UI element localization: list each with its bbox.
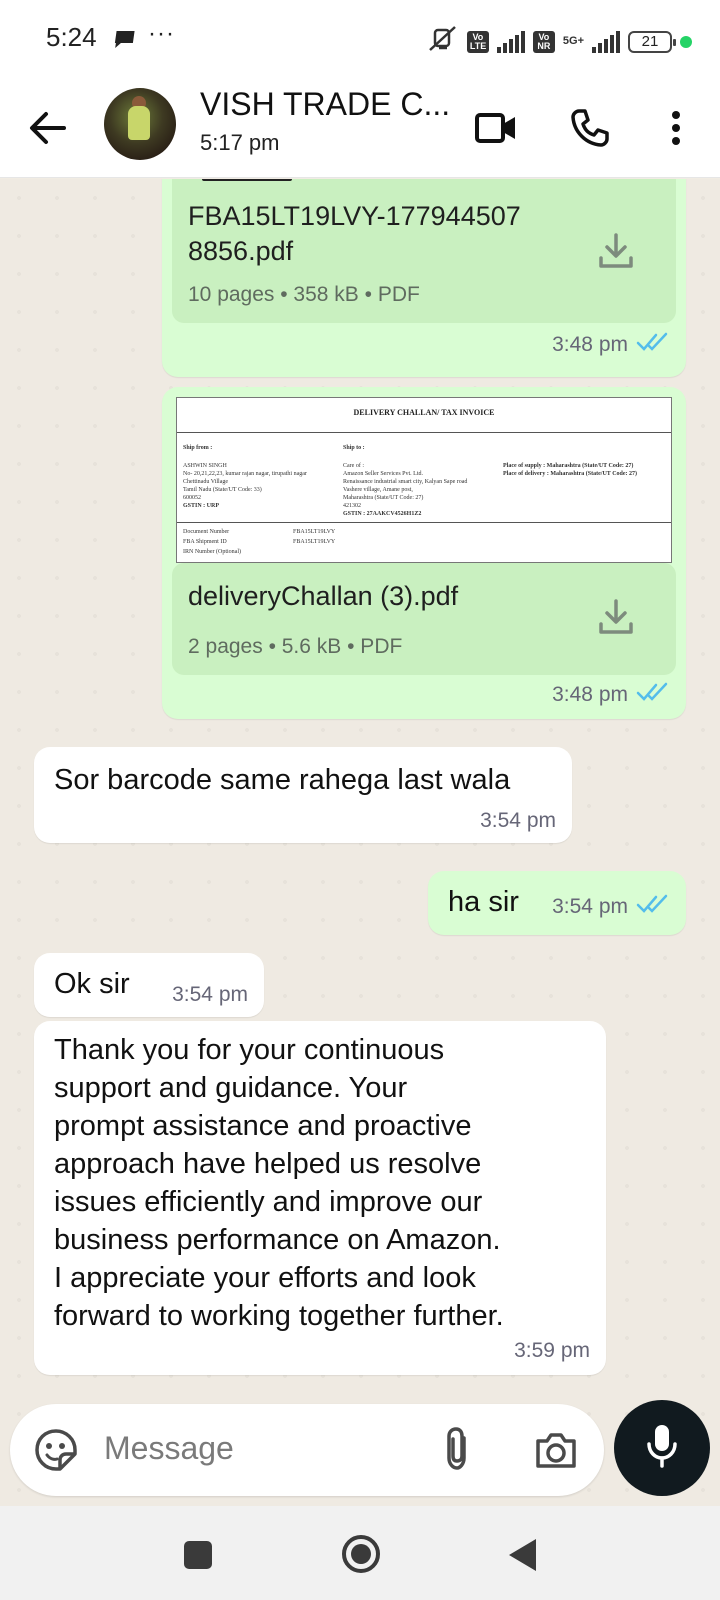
preview-text: Place of delivery : Maharashtra (State/U… (503, 471, 638, 477)
preview-text: Renaissance industrial smart city, Kalya… (343, 479, 468, 485)
download-icon[interactable] (596, 597, 636, 642)
message-incoming-2[interactable]: Ok sir 3:54 pm (34, 953, 264, 1017)
message-line: Thank you for your continuous (54, 1034, 445, 1066)
sticker-icon[interactable] (34, 1428, 78, 1477)
message-document-2[interactable]: DELIVERY CHALLAN/ TAX INVOICE Ship from … (162, 387, 686, 719)
back-triangle-icon[interactable] (506, 1536, 540, 1579)
message-time: 3:48 pm (552, 332, 628, 356)
camera-icon[interactable] (534, 1430, 578, 1475)
volte-badge: Vo LTE (466, 30, 489, 53)
avatar[interactable] (104, 88, 176, 160)
message-line: approach have helped us resolve (54, 1148, 482, 1180)
download-icon[interactable] (596, 231, 636, 276)
message-line: issues efficiently and improve our (54, 1186, 483, 1218)
preview-text: No- 20,21,22,23, kumar rajan nagar, tiru… (183, 471, 307, 477)
message-meta: 3:48 pm (552, 681, 670, 708)
preview-text: Care of : (343, 463, 364, 469)
home-circle-icon[interactable] (340, 1533, 382, 1580)
chat-header: VISH TRADE C... 5:17 pm (0, 78, 720, 178)
document-meta: 10 pages • 358 kB • PDF (188, 283, 420, 306)
status-more-notifications: ··· (148, 20, 175, 47)
status-bar: 5:24 ··· Vo LTE Vo NR 5G+ 21 (0, 0, 720, 78)
preview-text: GSTIN : 27AAKCV4526H1Z2 (343, 511, 422, 517)
message-time: 3:48 pm (552, 682, 628, 706)
message-text-block: Thank you for your continuous support an… (54, 1031, 504, 1335)
mute-icon (427, 24, 459, 59)
message-line: support and guidance. Your (54, 1072, 408, 1104)
chat-area[interactable]: FBA15LT19LVY-177944507 8856.pdf 10 pages… (0, 179, 720, 1506)
network-type: 5G+ (562, 35, 584, 47)
preview-text: Maharashtra (State/UT Code: 27) (343, 495, 424, 501)
document-name-line1: FBA15LT19LVY-177944507 (188, 201, 521, 231)
message-text: Sor barcode same rahega last wala (54, 764, 511, 796)
preview-edge (202, 179, 292, 181)
signal-icon (496, 30, 525, 53)
preview-text: ASHWIN SINGH (183, 463, 227, 469)
status-right-cluster: Vo LTE Vo NR 5G+ 21 (427, 24, 692, 59)
preview-text: Chettinadu Village (183, 479, 229, 485)
mic-icon (644, 1422, 680, 1475)
message-incoming-3[interactable]: Thank you for your continuous support an… (34, 1021, 606, 1375)
vonr-badge: Vo NR (532, 30, 555, 53)
contact-status: 5:17 pm (200, 130, 280, 155)
preview-text: 600052 (183, 495, 201, 501)
message-time: 3:54 pm (552, 894, 628, 918)
message-line: forward to working together further. (54, 1300, 504, 1332)
preview-title: DELIVERY CHALLAN/ TAX INVOICE (353, 408, 495, 417)
more-options-icon[interactable] (648, 100, 704, 156)
status-time: 5:24 (46, 22, 97, 52)
video-call-icon[interactable] (468, 100, 524, 156)
message-composer[interactable] (10, 1404, 604, 1496)
message-time: 3:54 pm (172, 983, 248, 1006)
message-time: 3:54 pm (480, 809, 556, 832)
message-outgoing-1[interactable]: ha sir 3:54 pm (428, 871, 686, 935)
preview-text: FBA Shipment ID (183, 539, 227, 545)
preview-ship-from-label: Ship from : (183, 445, 213, 451)
preview-text: Tamil Nadu (State/UT Code: 33) (183, 487, 262, 493)
notification-chat-icon (112, 28, 136, 55)
message-incoming-1[interactable]: Sor barcode same rahega last wala 3:54 p… (34, 747, 572, 843)
preview-text: Document Number (183, 529, 230, 535)
message-line: business performance on Amazon. (54, 1224, 501, 1256)
message-text: ha sir (448, 886, 519, 918)
battery-icon: 21 (628, 30, 676, 53)
document-name-line2: 8856.pdf (188, 236, 294, 266)
read-ticks-icon (636, 681, 670, 708)
message-meta: 3:48 pm (552, 331, 670, 358)
read-ticks-icon (636, 331, 670, 358)
document-preview[interactable]: DELIVERY CHALLAN/ TAX INVOICE Ship from … (176, 397, 672, 563)
document-card[interactable]: deliveryChallan (3).pdf 2 pages • 5.6 kB… (172, 563, 676, 675)
preview-text: GSTIN : URP (183, 503, 220, 509)
preview-text: FBA15LT19LVY (293, 529, 336, 535)
contact-name[interactable]: VISH TRADE C... (200, 86, 450, 123)
privacy-indicator-dot (680, 35, 692, 48)
message-input[interactable]: Message (104, 1430, 234, 1467)
back-arrow-icon[interactable] (28, 102, 68, 154)
preview-text: 421302 (343, 503, 361, 509)
message-document-1[interactable]: FBA15LT19LVY-177944507 8856.pdf 10 pages… (162, 179, 686, 377)
message-text: Ok sir (54, 968, 130, 1000)
preview-text: Amazon Seller Services Pvt. Ltd. (343, 471, 423, 477)
signal-icon-2 (592, 30, 620, 53)
system-nav-bar (0, 1506, 720, 1600)
message-line: prompt assistance and proactive (54, 1110, 472, 1142)
message-line: I appreciate your efforts and look (54, 1262, 476, 1294)
voice-call-icon[interactable] (562, 100, 618, 156)
preview-text: FBA15LT19LVY (293, 539, 336, 545)
read-ticks-icon (636, 893, 670, 920)
preview-text: IRN Number (Optional) (183, 549, 241, 555)
preview-text: Place of supply : Maharashtra (State/UT … (503, 463, 634, 469)
voice-record-button[interactable] (614, 1400, 710, 1496)
recents-square-icon[interactable] (182, 1539, 214, 1576)
document-meta: 2 pages • 5.6 kB • PDF (188, 635, 403, 658)
message-meta: 3:54 pm (552, 893, 670, 920)
document-card[interactable]: FBA15LT19LVY-177944507 8856.pdf 10 pages… (172, 179, 676, 323)
message-time: 3:59 pm (514, 1339, 590, 1362)
attach-icon[interactable] (442, 1426, 472, 1477)
preview-ship-to-label: Ship to : (343, 445, 365, 451)
document-name: deliveryChallan (3).pdf (188, 581, 459, 611)
preview-text: Vashere village, Amane post, (343, 487, 413, 493)
